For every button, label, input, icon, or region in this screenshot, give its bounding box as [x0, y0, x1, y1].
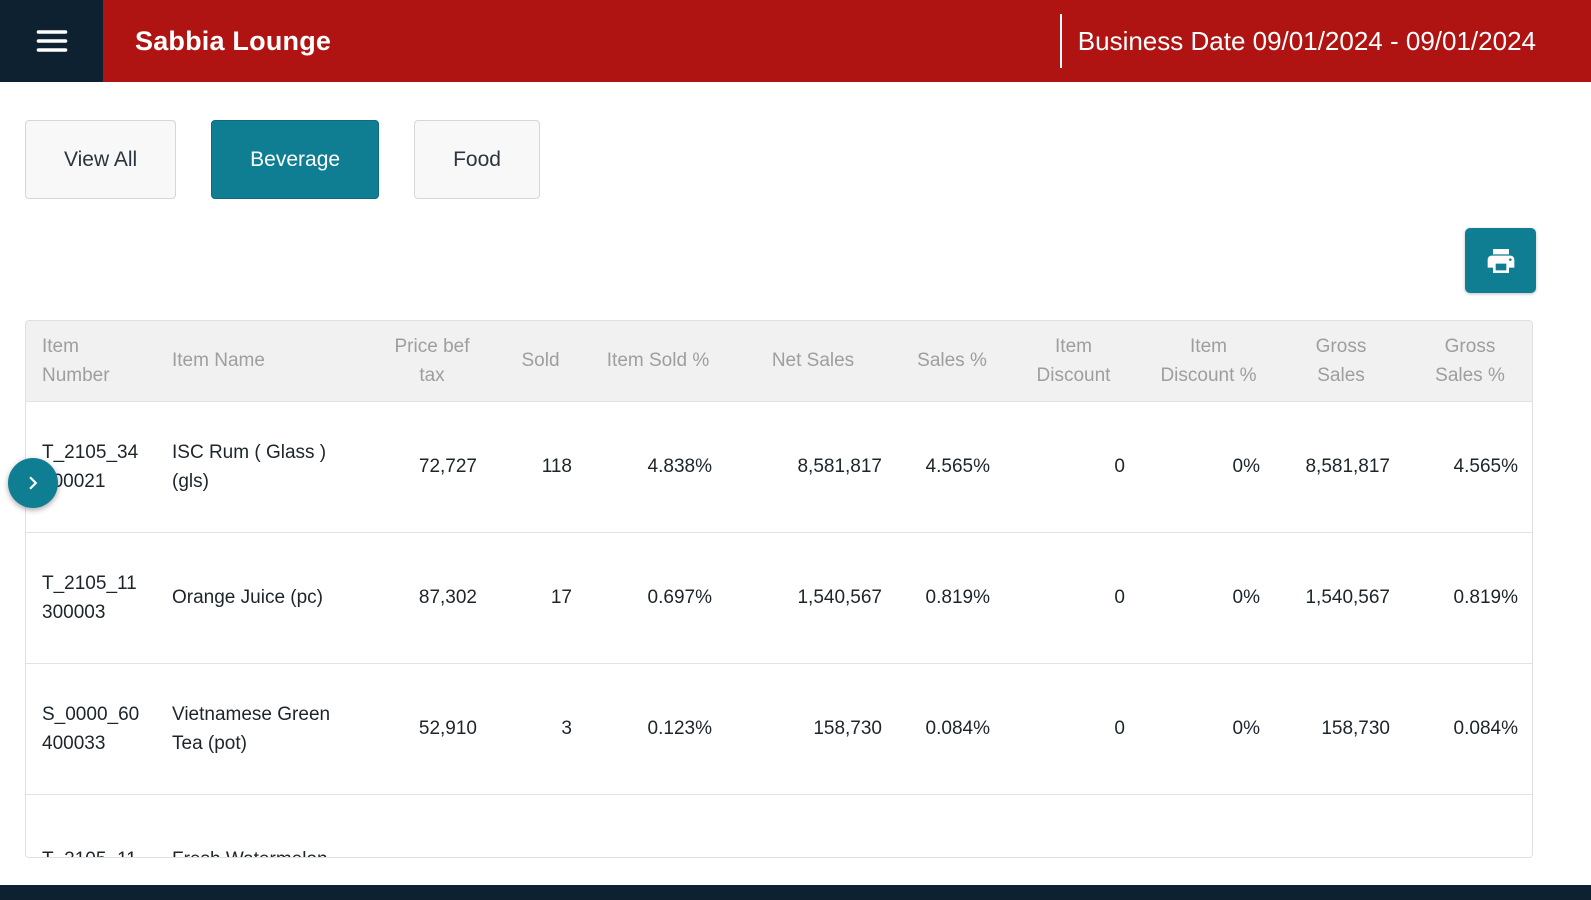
app-bar: Sabbia Lounge Business Date 09/01/2024 -…	[0, 0, 1591, 82]
table-body: T_2105_34300021 ISC Rum ( Glass ) (gls) …	[26, 401, 1533, 858]
item-sales-table: Item Number Item Name Price bef tax Sold…	[25, 320, 1533, 858]
cell-net-sales: 8,581,817	[728, 401, 898, 532]
cell-item-discount-pct: 0%	[1141, 532, 1276, 663]
cell-net-sales: 158,730	[728, 663, 898, 794]
cell-sold: 118	[493, 401, 588, 532]
cell-item-name: ISC Rum ( Glass ) (gls)	[156, 401, 371, 532]
toolbar	[0, 228, 1591, 293]
cell-gross-sales: 1,540,567	[1276, 532, 1406, 663]
cell-item-sold-pct	[588, 794, 728, 858]
cell-sales-pct: 0.084%	[898, 663, 1006, 794]
cell-item-discount-pct: 0%	[1141, 663, 1276, 794]
column-header-sold: Sold	[493, 321, 588, 401]
column-header-net-sales: Net Sales	[728, 321, 898, 401]
cell-item-discount	[1006, 794, 1141, 858]
table-row: T_2105_11300003 Orange Juice (pc) 87,302…	[26, 532, 1533, 663]
cell-gross-sales: 8,581,817	[1276, 401, 1406, 532]
expand-panel-button[interactable]	[8, 458, 58, 508]
category-filters: View All Beverage Food	[25, 120, 1591, 199]
page-title: Sabbia Lounge	[135, 26, 331, 57]
column-header-item-name: Item Name	[156, 321, 371, 401]
cell-net-sales	[728, 794, 898, 858]
cell-item-sold-pct: 0.123%	[588, 663, 728, 794]
cell-item-name: Fresh Watermelon	[156, 794, 371, 858]
cell-item-name: Orange Juice (pc)	[156, 532, 371, 663]
column-header-item-discount-pct: Item Discount %	[1141, 321, 1276, 401]
cell-net-sales: 1,540,567	[728, 532, 898, 663]
cell-gross-sales-pct: 0.084%	[1406, 663, 1533, 794]
column-header-item-number: Item Number	[26, 321, 156, 401]
menu-button[interactable]	[0, 0, 103, 82]
cell-gross-sales-pct: 0.819%	[1406, 532, 1533, 663]
column-header-gross-sales: Gross Sales	[1276, 321, 1406, 401]
cell-item-sold-pct: 0.697%	[588, 532, 728, 663]
cell-item-name: Vietnamese Green Tea (pot)	[156, 663, 371, 794]
cell-item-number: S_0000_60400033	[26, 663, 156, 794]
cell-item-number: T_2105_11300003	[26, 532, 156, 663]
cell-price-bef-tax	[371, 794, 493, 858]
cell-gross-sales-pct: 4.565%	[1406, 401, 1533, 532]
hamburger-icon	[31, 23, 73, 59]
header-divider	[1060, 14, 1062, 68]
printer-icon	[1485, 245, 1517, 277]
cell-gross-sales	[1276, 794, 1406, 858]
cell-sold: 3	[493, 663, 588, 794]
cell-sales-pct: 4.565%	[898, 401, 1006, 532]
table-row: T_2105_11 Fresh Watermelon	[26, 794, 1533, 858]
business-date-group: Business Date 09/01/2024 - 09/01/2024	[1060, 0, 1536, 82]
cell-gross-sales: 158,730	[1276, 663, 1406, 794]
table-row: S_0000_60400033 Vietnamese Green Tea (po…	[26, 663, 1533, 794]
print-button[interactable]	[1465, 228, 1536, 293]
cell-price-bef-tax: 52,910	[371, 663, 493, 794]
bottom-bar	[0, 885, 1591, 900]
cell-item-discount: 0	[1006, 401, 1141, 532]
table-row: T_2105_34300021 ISC Rum ( Glass ) (gls) …	[26, 401, 1533, 532]
column-header-sales-pct: Sales %	[898, 321, 1006, 401]
cell-sold	[493, 794, 588, 858]
chevron-right-icon	[20, 470, 46, 496]
column-header-price-bef-tax: Price bef tax	[371, 321, 493, 401]
cell-sold: 17	[493, 532, 588, 663]
cell-item-discount-pct	[1141, 794, 1276, 858]
cell-item-number: T_2105_11	[26, 794, 156, 858]
filter-food-button[interactable]: Food	[414, 120, 540, 199]
cell-item-discount-pct: 0%	[1141, 401, 1276, 532]
cell-sales-pct	[898, 794, 1006, 858]
filter-beverage-button[interactable]: Beverage	[211, 120, 379, 199]
column-header-item-discount: Item Discount	[1006, 321, 1141, 401]
column-header-item-sold-pct: Item Sold %	[588, 321, 728, 401]
title-bar: Sabbia Lounge Business Date 09/01/2024 -…	[103, 0, 1591, 82]
table-header-row: Item Number Item Name Price bef tax Sold…	[26, 321, 1533, 401]
business-date: Business Date 09/01/2024 - 09/01/2024	[1078, 26, 1536, 57]
cell-item-discount: 0	[1006, 532, 1141, 663]
cell-gross-sales-pct	[1406, 794, 1533, 858]
cell-item-sold-pct: 4.838%	[588, 401, 728, 532]
cell-price-bef-tax: 87,302	[371, 532, 493, 663]
filter-view-all-button[interactable]: View All	[25, 120, 176, 199]
cell-price-bef-tax: 72,727	[371, 401, 493, 532]
table-header: Item Number Item Name Price bef tax Sold…	[26, 321, 1533, 401]
column-header-gross-sales-pct: Gross Sales %	[1406, 321, 1533, 401]
cell-item-discount: 0	[1006, 663, 1141, 794]
cell-sales-pct: 0.819%	[898, 532, 1006, 663]
